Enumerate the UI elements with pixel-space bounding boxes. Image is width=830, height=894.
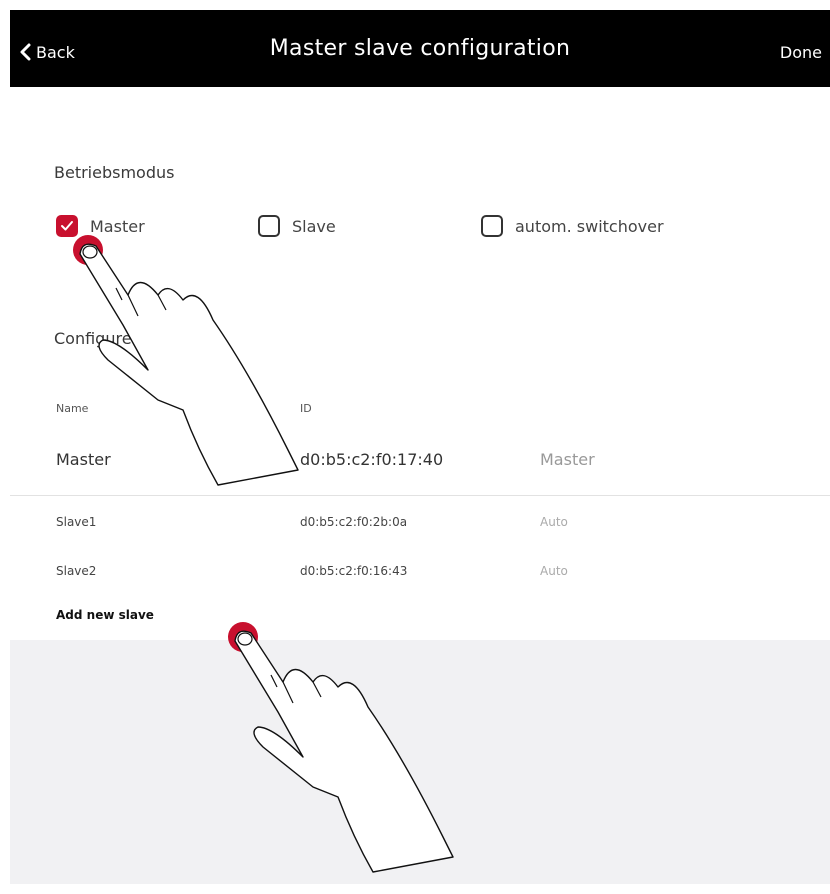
done-button[interactable]: Done bbox=[780, 43, 822, 62]
mode-section-label: Betriebsmodus bbox=[54, 163, 175, 182]
switchover-checkbox[interactable]: autom. switchover bbox=[481, 215, 664, 237]
empty-area bbox=[10, 640, 830, 884]
switchover-option-label: autom. switchover bbox=[515, 216, 664, 236]
slave-name[interactable]: Slave1 bbox=[56, 515, 96, 529]
slave-option-label: Slave bbox=[292, 216, 336, 236]
tap-hand-icon bbox=[73, 235, 299, 486]
checkbox-slave-box[interactable] bbox=[258, 215, 280, 237]
checkbox-switchover-box[interactable] bbox=[481, 215, 503, 237]
master-checkbox[interactable]: Master bbox=[56, 215, 145, 237]
configure-section-label: Configure bbox=[54, 329, 132, 348]
master-name: Master bbox=[56, 450, 111, 469]
add-new-slave-link[interactable]: Add new slave bbox=[56, 608, 154, 622]
master-id: d0:b5:c2:f0:17:40 bbox=[300, 450, 444, 469]
slave-role[interactable]: Auto bbox=[540, 564, 568, 578]
slave-role[interactable]: Auto bbox=[540, 515, 568, 529]
checkmark-icon bbox=[61, 221, 73, 231]
slave-name[interactable]: Slave2 bbox=[56, 564, 96, 578]
checkbox-master-box[interactable] bbox=[56, 215, 78, 237]
slave-id: d0:b5:c2:f0:2b:0a bbox=[300, 515, 408, 529]
master-option-label: Master bbox=[90, 216, 145, 236]
page-title: Master slave configuration bbox=[269, 36, 571, 61]
column-header-name: Name bbox=[56, 402, 89, 415]
column-header-id: ID bbox=[300, 402, 312, 415]
master-role: Master bbox=[540, 450, 595, 469]
slave-id: d0:b5:c2:f0:16:43 bbox=[300, 564, 408, 578]
divider bbox=[10, 495, 830, 496]
navbar: Back Master slave configuration Done bbox=[10, 10, 830, 87]
slave-checkbox[interactable]: Slave bbox=[258, 215, 336, 237]
